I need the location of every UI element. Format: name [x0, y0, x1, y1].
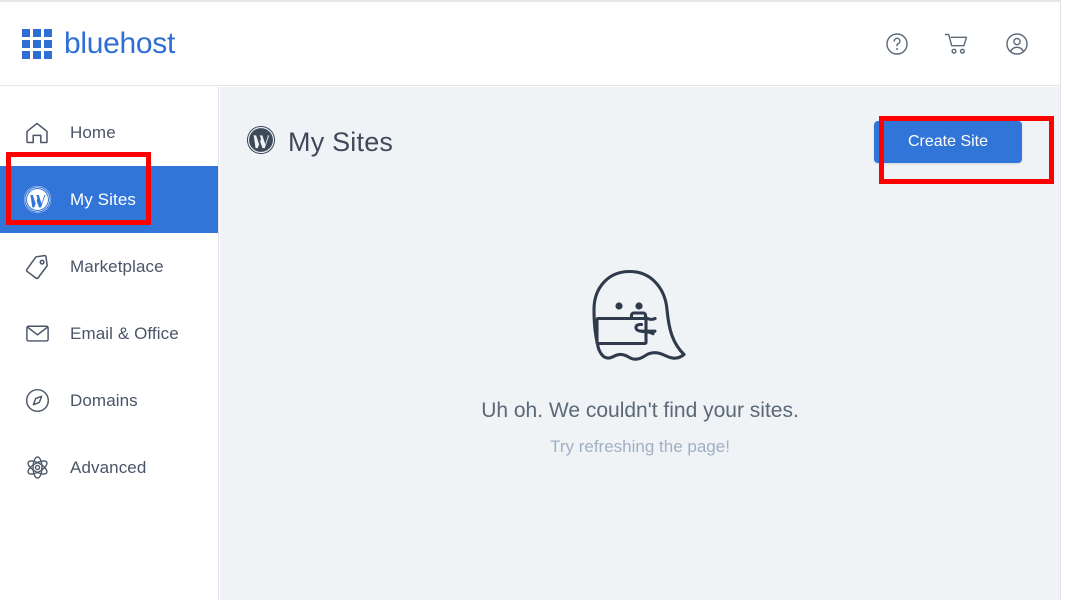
price-tag-icon	[22, 252, 52, 282]
sidebar-item-label: Home	[70, 122, 116, 142]
wordpress-icon	[246, 125, 276, 160]
page-right-gutter	[1060, 0, 1068, 600]
empty-state-secondary-text: Try refreshing the page!	[550, 437, 730, 456]
home-icon	[22, 118, 52, 148]
sidebar-item-label: Marketplace	[70, 256, 164, 276]
help-icon[interactable]	[882, 29, 912, 59]
sidebar-item-domains[interactable]: Domains	[0, 367, 218, 434]
empty-state: Uh oh. We couldn't find your sites. Try …	[220, 262, 1060, 457]
app-header: bluehost	[0, 2, 1060, 86]
envelope-icon	[22, 319, 52, 349]
atom-icon	[22, 453, 52, 483]
sidebar-item-label: Domains	[70, 390, 138, 410]
page-title: My Sites	[246, 125, 393, 160]
sidebar-item-label: Advanced	[70, 457, 147, 477]
grid-3x3-icon	[22, 28, 52, 59]
app-window: bluehost Home My Sites Marketplace Email…	[0, 0, 1068, 600]
sidebar-item-home[interactable]: Home	[0, 99, 218, 166]
empty-state-primary-text: Uh oh. We couldn't find your sites.	[481, 399, 799, 422]
sidebar-item-label: Email & Office	[70, 323, 179, 343]
brand-logo[interactable]: bluehost	[22, 27, 175, 61]
brand-name: bluehost	[64, 26, 176, 60]
account-icon[interactable]	[1002, 29, 1032, 59]
sidebar-item-email-office[interactable]: Email & Office	[0, 300, 218, 367]
wordpress-icon	[22, 185, 52, 215]
sidebar-item-label: My Sites	[70, 189, 136, 209]
cart-icon[interactable]	[942, 29, 972, 59]
header-icon-group	[882, 29, 1032, 59]
page-title-text: My Sites	[288, 126, 394, 157]
ghost-icon	[584, 262, 696, 373]
sidebar-nav: Home My Sites Marketplace Email & Office…	[0, 87, 219, 600]
create-site-button[interactable]: Create Site	[874, 121, 1022, 163]
sidebar-item-marketplace[interactable]: Marketplace	[0, 233, 218, 300]
compass-icon	[22, 386, 52, 416]
sidebar-item-advanced[interactable]: Advanced	[0, 434, 218, 501]
main-header: My Sites Create Site	[220, 87, 1060, 197]
sidebar-item-my-sites[interactable]: My Sites	[0, 166, 218, 233]
main-content: My Sites Create Site Uh oh. We couldn't …	[220, 87, 1060, 600]
